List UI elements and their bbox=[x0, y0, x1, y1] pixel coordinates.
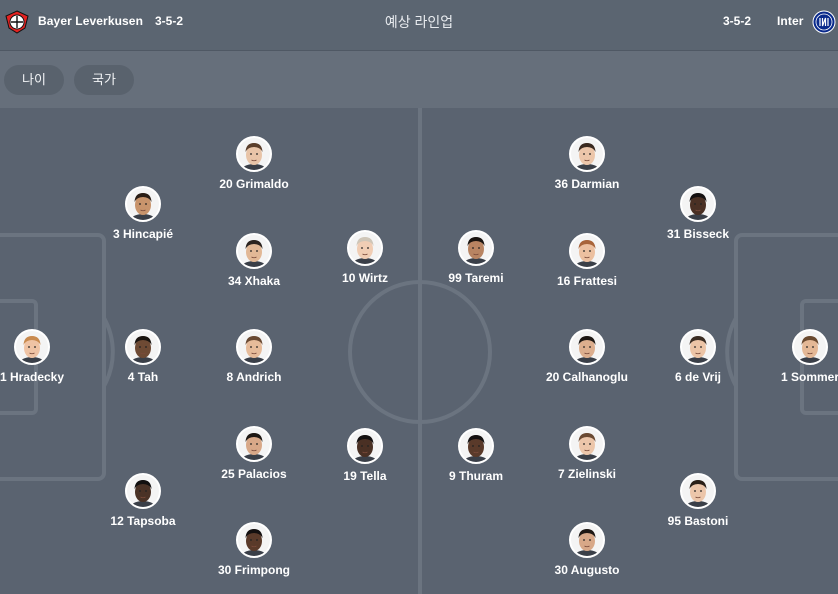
player-photo[interactable] bbox=[569, 522, 605, 558]
player-photo[interactable] bbox=[125, 186, 161, 222]
match-header: Bayer Leverkusen 3-5-2 예상 라인업 3-5-2 Inte… bbox=[0, 0, 838, 51]
home-player-frimpong[interactable]: 30 Frimpong bbox=[184, 522, 324, 577]
pitch: 20 Grimaldo 3 Hincapié 34 Xhaka 10 Wirtz 1 H… bbox=[0, 108, 838, 594]
player-photo[interactable] bbox=[569, 329, 605, 365]
home-player-andrich[interactable]: 8 Andrich bbox=[184, 329, 324, 384]
player-photo[interactable] bbox=[236, 136, 272, 172]
away-player-darmian[interactable]: 36 Darmian bbox=[517, 136, 657, 191]
player-label: 30 Augusto bbox=[554, 563, 620, 577]
home-player-tapsoba[interactable]: 12 Tapsoba bbox=[73, 473, 213, 528]
away-player-bastoni[interactable]: 95 Bastoni bbox=[628, 473, 768, 528]
player-photo[interactable] bbox=[569, 426, 605, 462]
player-photo[interactable] bbox=[125, 329, 161, 365]
filter-bar: 나이 국가 bbox=[0, 51, 838, 108]
away-formation: 3-5-2 bbox=[723, 14, 752, 28]
away-player-sommer[interactable]: 1 Sommer bbox=[740, 329, 838, 384]
player-photo[interactable] bbox=[569, 136, 605, 172]
away-player-augusto[interactable]: 30 Augusto bbox=[517, 522, 657, 577]
player-photo[interactable] bbox=[236, 522, 272, 558]
player-photo[interactable] bbox=[236, 329, 272, 365]
player-label: 1 Sommer bbox=[780, 370, 838, 384]
player-photo[interactable] bbox=[458, 230, 494, 266]
player-photo[interactable] bbox=[792, 329, 828, 365]
player-photo[interactable] bbox=[125, 473, 161, 509]
player-photo[interactable] bbox=[347, 428, 383, 464]
away-player-frattesi[interactable]: 16 Frattesi bbox=[517, 233, 657, 288]
player-photo[interactable] bbox=[458, 428, 494, 464]
player-label: 16 Frattesi bbox=[556, 274, 618, 288]
player-photo[interactable] bbox=[347, 230, 383, 266]
player-label: 30 Frimpong bbox=[217, 563, 290, 577]
filter-age-button[interactable]: 나이 bbox=[4, 65, 64, 95]
player-label: 8 Andrich bbox=[226, 370, 282, 384]
player-photo[interactable] bbox=[680, 329, 716, 365]
inter-crest-icon[interactable] bbox=[812, 10, 836, 34]
player-photo[interactable] bbox=[680, 473, 716, 509]
filter-country-button[interactable]: 국가 bbox=[74, 65, 134, 95]
away-team-name[interactable]: Inter bbox=[777, 14, 804, 28]
player-photo[interactable] bbox=[236, 426, 272, 462]
player-photo[interactable] bbox=[569, 233, 605, 269]
player-photo[interactable] bbox=[14, 329, 50, 365]
player-photo[interactable] bbox=[236, 233, 272, 269]
page-title: 예상 라인업 bbox=[384, 14, 454, 30]
player-photo[interactable] bbox=[680, 186, 716, 222]
home-player-grimaldo[interactable]: 20 Grimaldo bbox=[184, 136, 324, 191]
